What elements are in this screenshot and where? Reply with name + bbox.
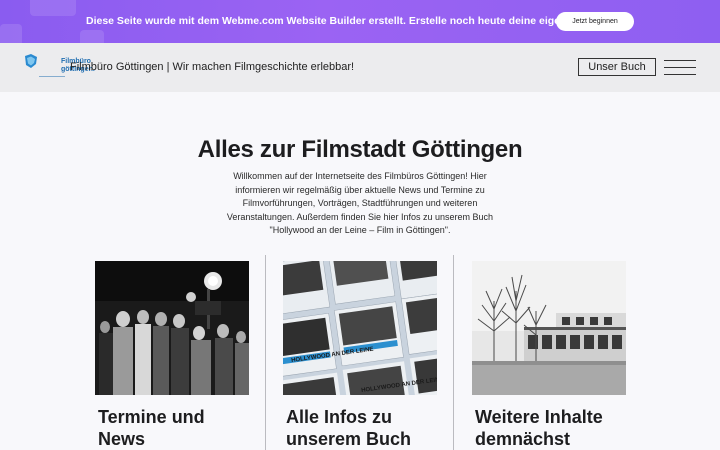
promo-text: Diese Seite wurde mit dem Webme.com Webs…: [86, 15, 619, 27]
banner-decoration: [80, 30, 104, 43]
card-title-line: demnächst: [475, 429, 571, 449]
card-title-line: unserem Buch: [286, 429, 412, 449]
card-title-events[interactable]: Termine und News: [98, 406, 205, 450]
building-photo[interactable]: [472, 261, 626, 395]
banner-decoration: [30, 0, 76, 16]
promo-banner: Diese Seite wurde mit dem Webme.com Webs…: [0, 0, 720, 43]
film-reel-icon: [25, 54, 37, 68]
our-book-button[interactable]: Unser Buch: [578, 58, 656, 76]
card-title-book[interactable]: Alle Infos zu unserem Buch: [286, 406, 411, 450]
get-started-button[interactable]: Jetzt beginnen: [556, 12, 634, 31]
banner-decoration: [0, 24, 22, 43]
film-set-photo[interactable]: [95, 261, 249, 395]
site-header: Filmbüro göttingen. Filmbüro Göttingen |…: [0, 43, 720, 92]
site-logo[interactable]: Filmbüro göttingen.: [24, 54, 95, 80]
logo-tagline-line: [39, 76, 65, 77]
site-title[interactable]: Filmbüro Göttingen | Wir machen Filmgesc…: [70, 61, 354, 73]
card-title-more[interactable]: Weitere Inhalte demnächst: [475, 406, 603, 450]
intro-text: Willkommen auf der Internetseite des Fil…: [226, 171, 494, 236]
column-divider: [265, 255, 266, 450]
card-title-line: Alle Infos zu: [286, 407, 393, 427]
card-title-line: Weitere Inhalte: [475, 407, 603, 427]
hamburger-menu-icon[interactable]: [664, 59, 696, 75]
book-covers-photo[interactable]: HOLLYWOOD AN DER LEINE HOLLYWOOD AN DER …: [283, 261, 437, 395]
page-title: Alles zur Filmstadt Göttingen: [197, 136, 523, 163]
column-divider: [453, 255, 454, 450]
card-title-line: News: [98, 429, 146, 449]
card-title-line: Termine und: [98, 407, 205, 427]
